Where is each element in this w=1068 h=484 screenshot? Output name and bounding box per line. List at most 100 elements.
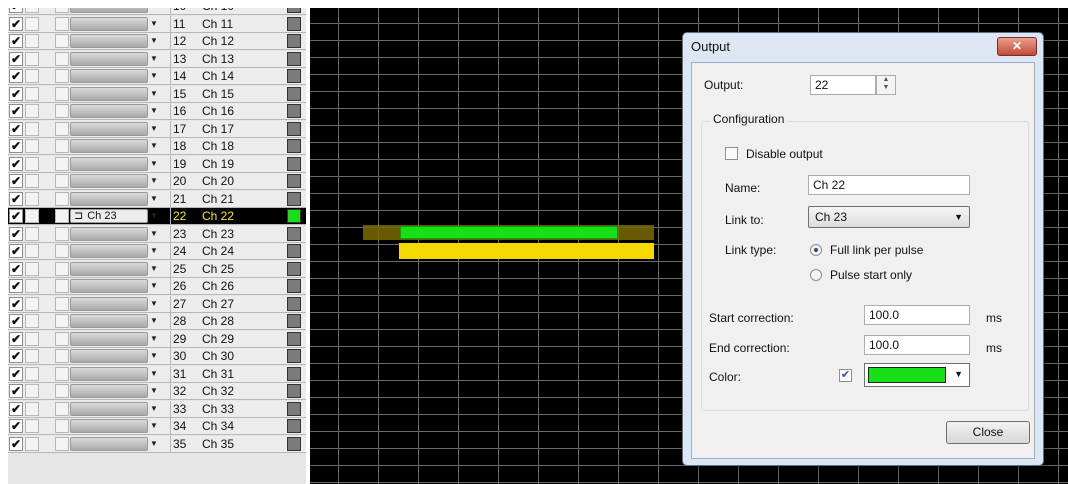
chevron-down-icon[interactable]: ▼ — [148, 139, 160, 153]
option-box[interactable] — [55, 419, 69, 433]
option-box[interactable] — [25, 366, 39, 381]
channel-row[interactable]: ✔ ⊐ Ch 23 ▼ 22 Ch 22 — [8, 208, 306, 225]
link-selector[interactable] — [70, 104, 148, 118]
option-box[interactable] — [55, 121, 69, 136]
enable-checkbox[interactable]: ✔ — [9, 436, 23, 451]
option-box[interactable] — [25, 156, 39, 171]
option-box[interactable] — [55, 139, 69, 153]
option-box[interactable] — [55, 279, 69, 293]
option-box[interactable] — [55, 191, 69, 206]
channel-row[interactable]: ✔ ▼ 24 Ch 24 — [8, 243, 306, 260]
chevron-down-icon[interactable]: ▼ — [148, 192, 160, 206]
option-box[interactable] — [25, 139, 39, 153]
channel-color-swatch[interactable] — [287, 156, 301, 171]
link-selector[interactable] — [70, 86, 148, 101]
enable-checkbox[interactable]: ✔ — [9, 244, 23, 258]
channel-color-swatch[interactable] — [287, 331, 301, 346]
option-box[interactable] — [25, 244, 39, 258]
channel-color-swatch[interactable] — [287, 384, 301, 398]
option-box[interactable] — [25, 104, 39, 118]
link-selector[interactable] — [70, 16, 148, 31]
channel-color-swatch[interactable] — [287, 279, 301, 293]
chevron-down-icon[interactable]: ▼ — [148, 157, 160, 171]
link-selector[interactable] — [70, 156, 148, 171]
chevron-down-icon[interactable]: ▼ — [148, 17, 160, 31]
channel-row[interactable]: ✔ ▼ 32 Ch 32 — [8, 383, 306, 400]
chevron-down-icon[interactable]: ▼ — [148, 349, 160, 363]
enable-checkbox[interactable]: ✔ — [9, 8, 23, 13]
color-picker[interactable]: ▼ — [864, 363, 970, 387]
option-box[interactable] — [55, 261, 69, 276]
option-box[interactable] — [55, 401, 69, 416]
option-box[interactable] — [25, 349, 39, 363]
link-selector[interactable] — [70, 34, 148, 48]
spin-up-icon[interactable]: ▲ — [877, 76, 895, 84]
option-box[interactable] — [55, 296, 69, 311]
channel-row[interactable]: ✔ ▼ 28 Ch 28 — [8, 313, 306, 330]
channel-row[interactable]: ✔ ▼ 27 Ch 27 — [8, 295, 306, 313]
channel-row[interactable]: ✔ ▼ 15 Ch 15 — [8, 85, 306, 103]
chevron-down-icon[interactable]: ▼ — [148, 209, 160, 223]
channel-color-swatch[interactable] — [287, 366, 301, 381]
channel-color-swatch[interactable] — [287, 419, 301, 433]
channel-row[interactable]: ✔ ▼ 31 Ch 31 — [8, 365, 306, 383]
channel-color-swatch[interactable] — [287, 436, 301, 451]
enable-checkbox[interactable]: ✔ — [9, 419, 23, 433]
output-spinner[interactable]: ▲ ▼ — [876, 75, 896, 95]
option-box[interactable] — [55, 314, 69, 328]
enable-checkbox[interactable]: ✔ — [9, 279, 23, 293]
channel-row[interactable]: ✔ ▼ 34 Ch 34 — [8, 418, 306, 435]
option-box[interactable] — [55, 366, 69, 381]
option-box[interactable] — [55, 349, 69, 363]
option-box[interactable] — [25, 296, 39, 311]
link-selector[interactable] — [70, 121, 148, 136]
chevron-down-icon[interactable]: ▼ — [148, 367, 160, 381]
link-selector[interactable] — [70, 384, 148, 398]
option-box[interactable] — [25, 261, 39, 276]
channel-row[interactable]: ✔ ▼ 35 Ch 35 — [8, 435, 306, 453]
channel-row[interactable]: ✔ ▼ 19 Ch 19 — [8, 155, 306, 173]
chevron-down-icon[interactable]: ▼ — [148, 87, 160, 101]
link-selector[interactable] — [70, 366, 148, 381]
option-box[interactable] — [55, 436, 69, 451]
link-selector[interactable] — [70, 139, 148, 153]
channel-color-swatch[interactable] — [287, 86, 301, 101]
chevron-down-icon[interactable]: ▼ — [148, 122, 160, 136]
channel-color-swatch[interactable] — [287, 401, 301, 416]
channel-row[interactable]: ✔ ▼ 23 Ch 23 — [8, 225, 306, 243]
chevron-down-icon[interactable]: ▼ — [148, 279, 160, 293]
name-input[interactable]: Ch 22 — [808, 175, 970, 195]
enable-checkbox[interactable]: ✔ — [9, 191, 23, 206]
channel-color-swatch[interactable] — [287, 16, 301, 31]
chevron-down-icon[interactable]: ▼ — [148, 8, 160, 13]
disable-output-checkbox[interactable] — [725, 147, 738, 160]
channel-row[interactable]: ✔ ▼ 14 Ch 14 — [8, 68, 306, 85]
link-selector[interactable] — [70, 51, 148, 66]
enable-checkbox[interactable]: ✔ — [9, 86, 23, 101]
option-box[interactable] — [25, 191, 39, 206]
option-box[interactable] — [25, 174, 39, 188]
enable-checkbox[interactable]: ✔ — [9, 121, 23, 136]
channel-row[interactable]: ✔ ▼ 11 Ch 11 — [8, 15, 306, 33]
spin-down-icon[interactable]: ▼ — [877, 84, 895, 92]
end-correction-input[interactable]: 100.0 — [864, 335, 970, 355]
color-enable-checkbox[interactable]: ✔ — [839, 369, 852, 382]
option-box[interactable] — [25, 121, 39, 136]
chevron-down-icon[interactable]: ▼ — [148, 69, 160, 83]
channel-color-swatch[interactable] — [287, 261, 301, 276]
channel-color-swatch[interactable] — [287, 121, 301, 136]
channel-row[interactable]: ✔ ▼ 16 Ch 16 — [8, 103, 306, 120]
chevron-down-icon[interactable]: ▼ — [148, 384, 160, 398]
radio-full-link[interactable] — [810, 244, 822, 256]
channel-row[interactable]: ✔ ▼ 13 Ch 13 — [8, 50, 306, 68]
enable-checkbox[interactable]: ✔ — [9, 156, 23, 171]
enable-checkbox[interactable]: ✔ — [9, 314, 23, 328]
option-box[interactable] — [25, 8, 39, 13]
channel-color-swatch[interactable] — [287, 226, 301, 241]
enable-checkbox[interactable]: ✔ — [9, 226, 23, 241]
option-box[interactable] — [55, 331, 69, 346]
option-box[interactable] — [55, 34, 69, 48]
chevron-down-icon[interactable]: ▼ — [148, 104, 160, 118]
chevron-down-icon[interactable]: ▼ — [148, 419, 160, 433]
option-box[interactable] — [55, 69, 69, 83]
